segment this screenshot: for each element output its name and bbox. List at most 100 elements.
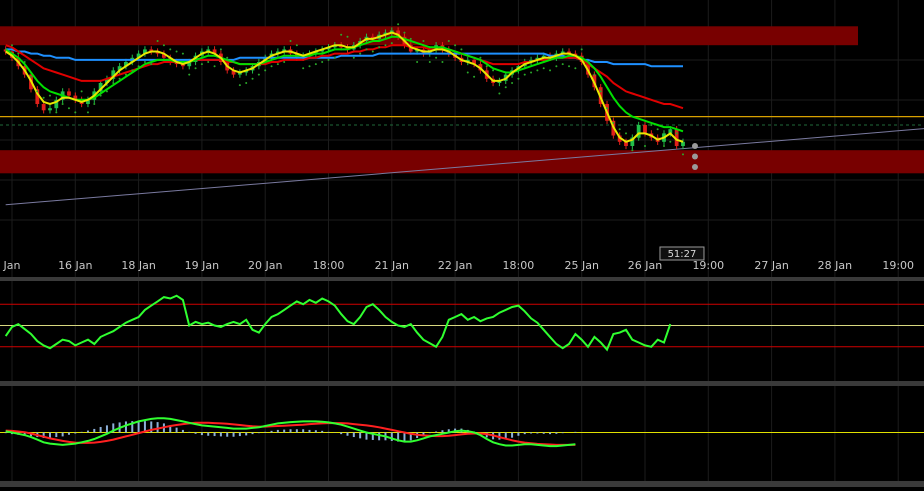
sar-dot <box>93 103 96 105</box>
sar-dot <box>99 94 102 97</box>
sar-dot <box>42 96 45 99</box>
sar-dot <box>352 56 355 59</box>
sar-dot <box>568 65 571 68</box>
sar-dot <box>365 48 368 51</box>
sar-dot <box>378 46 381 49</box>
sar-dot <box>599 90 602 93</box>
sar-dot <box>428 61 431 63</box>
sar-dot <box>631 149 634 152</box>
x-tick-label: 19:00 <box>692 259 724 272</box>
sar-dot <box>422 40 425 42</box>
candle-body <box>48 108 52 111</box>
sar-dot <box>105 90 108 93</box>
sar-dot <box>612 121 615 124</box>
x-tick-label: 20 Jan <box>248 259 282 272</box>
countdown-label: 51:27 <box>668 249 697 260</box>
sar-dot <box>327 58 330 61</box>
panel-separator[interactable] <box>0 481 924 487</box>
sar-dot <box>618 128 621 131</box>
sar-dot <box>644 145 646 147</box>
sar-dot <box>416 61 419 63</box>
x-tick-label: 27 Jan <box>754 259 788 272</box>
support-zone[interactable] <box>0 150 924 174</box>
sar-dot <box>67 107 70 110</box>
drag-handle[interactable] <box>691 164 698 170</box>
sar-dot <box>675 132 678 135</box>
sar-dot <box>669 140 672 143</box>
sar-dot <box>264 69 267 72</box>
trading-chart[interactable]: Jan 16 Jan 18 Jan 19 Jan 20 Jan 18:00 21 Jan 22… <box>0 0 924 487</box>
sar-dot <box>213 65 216 68</box>
sar-dot <box>270 65 273 68</box>
sar-dot <box>194 67 197 70</box>
sar-dot <box>118 77 121 80</box>
candle-body <box>67 91 71 96</box>
sar-dot <box>530 71 533 74</box>
sar-dot <box>390 42 393 45</box>
sar-dot <box>276 63 279 66</box>
sar-dot <box>112 82 115 84</box>
x-tick-label: 18:00 <box>313 259 345 272</box>
sar-dot <box>561 63 564 66</box>
sar-dot <box>175 50 178 53</box>
sar-dot <box>511 82 514 84</box>
sar-dot <box>80 90 83 93</box>
sar-dot <box>371 50 374 53</box>
sar-dot <box>283 61 286 63</box>
drag-handle[interactable] <box>691 143 698 149</box>
sar-dot <box>302 67 305 70</box>
sar-dot <box>61 103 64 105</box>
sar-dot <box>23 61 26 63</box>
sar-dot <box>124 73 127 76</box>
sar-dot <box>447 40 450 42</box>
sar-dot <box>48 94 51 97</box>
trendline-handles[interactable] <box>691 143 698 170</box>
sar-dot <box>257 73 260 76</box>
sar-dot <box>479 56 482 59</box>
x-tick-label: 19:00 <box>882 259 914 272</box>
sar-dot <box>333 56 336 59</box>
sar-dot <box>517 77 520 80</box>
sar-dot <box>181 52 184 55</box>
sar-dot <box>384 44 387 47</box>
sar-dot <box>606 107 609 110</box>
x-tick-label: 18:00 <box>503 259 535 272</box>
sar-dot <box>650 124 653 126</box>
x-tick-label: 28 Jan <box>818 259 852 272</box>
sar-dot <box>656 128 659 131</box>
sar-dot <box>29 75 32 78</box>
sar-dot <box>314 63 317 66</box>
x-tick-label: 21 Jan <box>375 259 409 272</box>
resistance-zone[interactable] <box>0 26 858 46</box>
chart-canvas[interactable]: Jan 16 Jan 18 Jan 19 Jan 20 Jan 18:00 21 Jan 22… <box>0 0 924 487</box>
sar-dot <box>536 69 539 72</box>
panel-separator[interactable] <box>0 277 924 281</box>
sar-dot <box>454 44 457 47</box>
x-tick-label: 18 Jan <box>121 259 155 272</box>
x-tick-label: 26 Jan <box>628 259 662 272</box>
sar-dot <box>662 145 665 147</box>
sar-dot <box>162 44 165 47</box>
panel-separator[interactable] <box>0 381 924 386</box>
drag-handle[interactable] <box>691 153 698 160</box>
candle-body <box>681 141 685 146</box>
sar-dot <box>435 56 438 59</box>
x-tick-label: 25 Jan <box>564 259 598 272</box>
sar-dot <box>245 82 248 84</box>
sar-dot <box>238 84 241 87</box>
sar-dot <box>542 67 545 70</box>
sar-dot <box>251 77 254 80</box>
sar-dot <box>36 90 39 93</box>
sar-dot <box>308 65 311 68</box>
sar-dot <box>321 61 324 63</box>
candle-body <box>643 125 647 134</box>
sar-dot <box>403 31 406 34</box>
sar-dot <box>498 92 501 95</box>
x-axis: Jan 16 Jan 18 Jan 19 Jan 20 Jan 18:00 21 Jan 22… <box>3 259 915 272</box>
sar-dot <box>232 61 235 63</box>
sar-dot <box>226 56 229 59</box>
sar-dot <box>580 48 583 51</box>
sar-dot <box>574 67 577 70</box>
sar-dot <box>587 61 590 63</box>
x-tick-label: 22 Jan <box>438 259 472 272</box>
